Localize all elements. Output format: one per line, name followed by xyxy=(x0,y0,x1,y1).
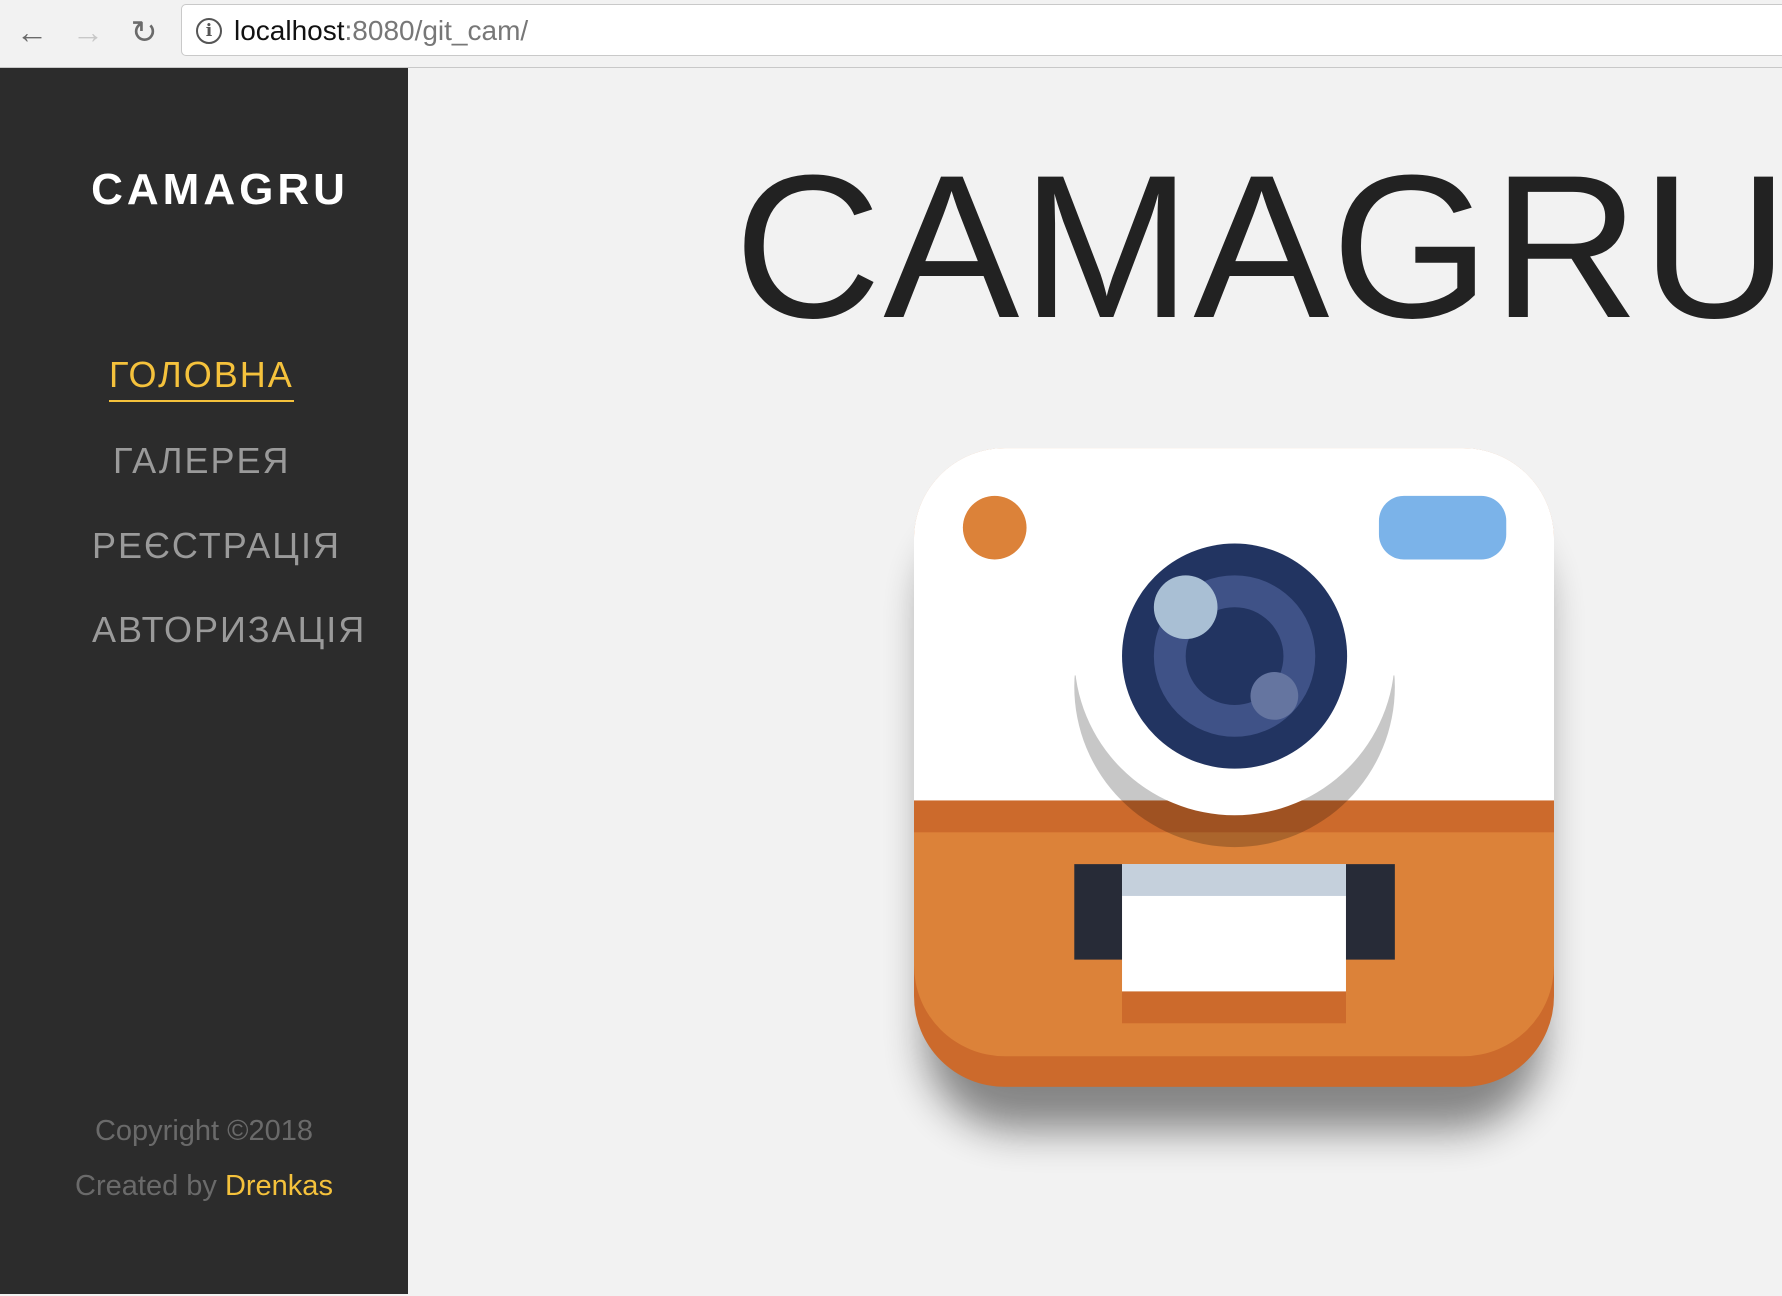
arrow-right-icon[interactable]: → xyxy=(68,12,108,52)
created-by-label: Created by xyxy=(75,1170,217,1202)
created-by: Created by Drenkas xyxy=(0,1170,408,1203)
nav-item-home[interactable]: ГОЛОВНА xyxy=(109,354,294,402)
flash-dot xyxy=(962,495,1027,560)
nav-item-registration[interactable]: РЕЄСТРАЦІЯ xyxy=(92,525,341,567)
reload-icon[interactable]: ↻ xyxy=(124,12,164,52)
nav-item-gallery[interactable]: ГАЛЕРЕЯ xyxy=(113,440,291,482)
url-path: :8080/git_cam/ xyxy=(344,15,529,46)
sidebar-logo[interactable]: CAMAGRU xyxy=(0,165,440,215)
info-icon[interactable]: i xyxy=(196,18,222,44)
url-text[interactable]: localhost:8080/git_cam/ xyxy=(234,15,528,47)
url-host: localhost xyxy=(234,15,345,46)
arrow-left-icon[interactable]: ← xyxy=(12,12,52,52)
viewfinder xyxy=(1378,495,1507,560)
address-bar[interactable]: i localhost:8080/git_cam/ xyxy=(181,4,1782,56)
page-title: CAMAGRU xyxy=(734,133,1782,361)
author-link[interactable]: Drenkas xyxy=(225,1170,333,1202)
camera-icon xyxy=(914,448,1554,1131)
copyright-text: Copyright ©2018 xyxy=(94,1115,314,1147)
browser-toolbar: ← → ↻ i localhost:8080/git_cam/ xyxy=(0,0,1782,68)
nav-item-login[interactable]: АВТОРИЗАЦІЯ xyxy=(92,609,366,651)
sidebar: CAMAGRU ГОЛОВНА ГАЛЕРЕЯ РЕЄСТРАЦІЯ АВТОР… xyxy=(0,68,408,1294)
